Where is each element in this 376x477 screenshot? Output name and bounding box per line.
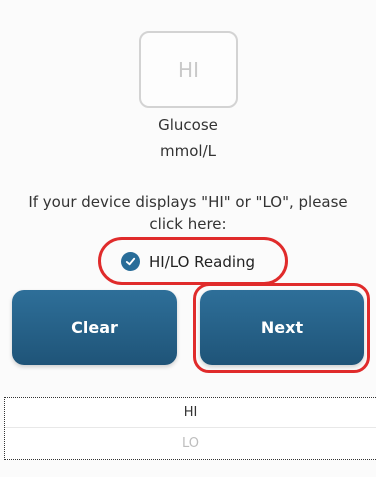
clear-button[interactable]: Clear xyxy=(12,290,177,365)
next-button[interactable]: Next xyxy=(200,290,364,365)
hilo-reading-label: HI/LO Reading xyxy=(149,252,256,271)
glucose-entry-screen: HI Glucose mmol/L If your device display… xyxy=(0,0,376,477)
reading-display[interactable]: HI xyxy=(139,31,238,108)
hilo-instructions: If your device displays "HI" or "LO", pl… xyxy=(28,193,348,233)
check-circle-icon xyxy=(121,252,140,271)
option-hi[interactable]: HI xyxy=(5,398,376,428)
measurement-unit: mmol/L xyxy=(160,142,216,160)
hilo-reading-checkbox[interactable]: HI/LO Reading xyxy=(121,252,255,271)
measurement-name: Glucose xyxy=(158,116,218,134)
reading-value: HI xyxy=(178,57,199,82)
option-lo[interactable]: LO xyxy=(5,428,376,458)
hilo-select-list[interactable]: HI LO xyxy=(4,397,376,460)
